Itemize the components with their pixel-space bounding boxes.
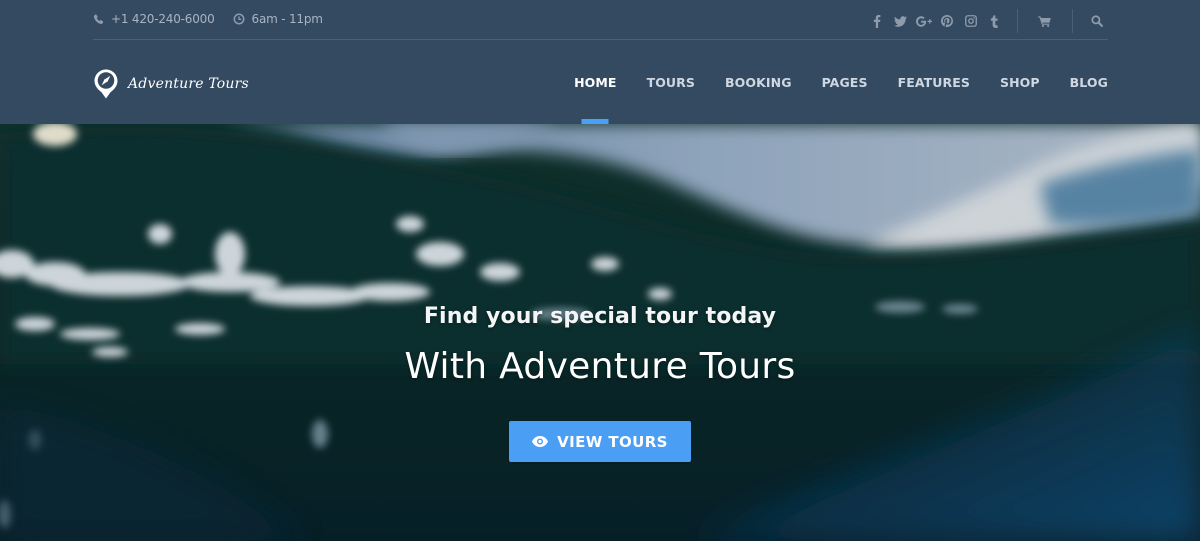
nav-item-pages[interactable]: PAGES [822, 41, 868, 124]
nav-item-booking[interactable]: BOOKING [725, 41, 792, 124]
nav-label: SHOP [1000, 75, 1040, 90]
hero-section: Find your special tour today With Advent… [0, 124, 1200, 541]
nav-item-shop[interactable]: SHOP [1000, 41, 1040, 124]
nav-item-tours[interactable]: TOURS [647, 41, 695, 124]
instagram-icon[interactable] [960, 11, 982, 31]
opening-hours: 6am - 11pm [251, 12, 323, 26]
nav-label: FEATURES [897, 75, 970, 90]
nav-label: HOME [574, 75, 617, 90]
cart-icon[interactable] [1034, 11, 1056, 31]
site-header: +1 420-240-6000 6am - 11pm Adventure Tou… [0, 0, 1200, 124]
google-plus-icon[interactable] [913, 11, 935, 31]
divider [1017, 9, 1018, 33]
nav-label: BOOKING [725, 75, 792, 90]
tumblr-icon[interactable] [983, 11, 1005, 31]
nav-label: BLOG [1069, 75, 1108, 90]
view-tours-button[interactable]: VIEW TOURS [509, 421, 691, 462]
nav-label: PAGES [821, 75, 868, 90]
phone-info: +1 420-240-6000 [93, 12, 215, 26]
nav-item-features[interactable]: FEATURES [898, 41, 970, 124]
hero-title: With Adventure Tours [404, 346, 796, 387]
hero-content: Find your special tour today With Advent… [0, 124, 1200, 541]
search-icon[interactable] [1086, 11, 1108, 31]
divider [1071, 9, 1073, 33]
clock-icon [233, 13, 244, 25]
nav-item-home[interactable]: HOME [574, 41, 616, 124]
twitter-icon[interactable] [889, 11, 911, 31]
main-menu: HOME TOURS BOOKING PAGES FEATURES SHOP B… [574, 41, 1108, 124]
phone-number[interactable]: +1 420-240-6000 [111, 12, 215, 26]
compass-pin-icon [94, 69, 118, 99]
hours-info: 6am - 11pm [233, 12, 323, 26]
pinterest-icon[interactable] [936, 11, 958, 31]
view-tours-label: VIEW TOURS [557, 432, 668, 451]
site-logo[interactable]: Adventure Tours [93, 68, 249, 100]
logo-text: Adventure Tours [128, 76, 249, 92]
top-bar: +1 420-240-6000 6am - 11pm [93, 0, 1108, 40]
phone-icon [93, 13, 104, 24]
social-links [864, 9, 1108, 33]
main-navbar: Adventure Tours HOME TOURS BOOKING PAGES… [93, 41, 1108, 124]
facebook-icon[interactable] [866, 11, 888, 31]
contact-info: +1 420-240-6000 6am - 11pm [93, 12, 341, 26]
nav-item-blog[interactable]: BLOG [1070, 41, 1108, 124]
hero-subtitle: Find your special tour today [423, 304, 777, 329]
eye-icon [532, 436, 549, 447]
nav-label: TOURS [646, 75, 696, 90]
